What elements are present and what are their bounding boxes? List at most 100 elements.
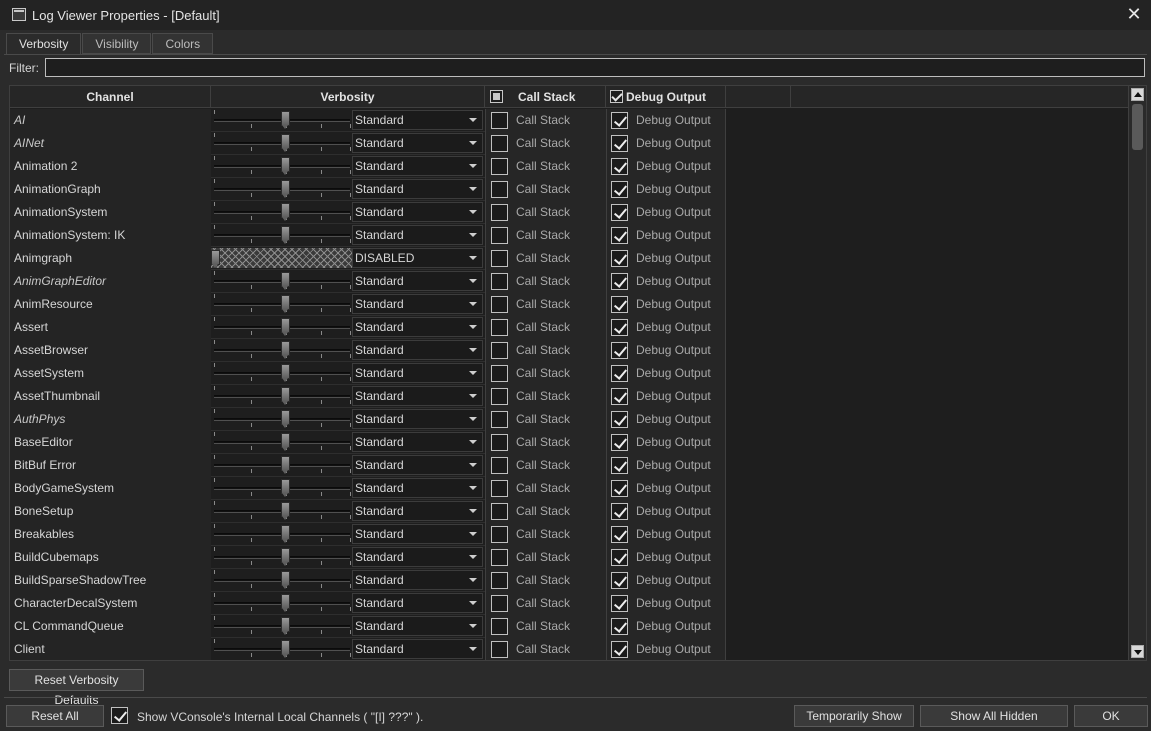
verbosity-slider[interactable] xyxy=(211,615,352,638)
call-stack-checkbox[interactable] xyxy=(491,549,508,566)
call-stack-checkbox[interactable] xyxy=(491,342,508,359)
verbosity-slider[interactable] xyxy=(211,293,352,316)
verbosity-dropdown[interactable]: Standard xyxy=(352,202,483,222)
table-row[interactable]: AssetBrowser Standard Call Stack Debug Outp… xyxy=(10,339,726,362)
verbosity-slider[interactable] xyxy=(211,592,352,615)
slider-thumb[interactable] xyxy=(281,410,290,428)
verbosity-slider[interactable] xyxy=(211,316,352,339)
table-row[interactable]: AnimGraphEditor Standard Call Stack Debug O… xyxy=(10,270,726,293)
verbosity-dropdown[interactable]: Standard xyxy=(352,524,483,544)
slider-thumb[interactable] xyxy=(281,640,290,658)
verbosity-slider[interactable] xyxy=(211,339,352,362)
slider-thumb[interactable] xyxy=(281,134,290,152)
call-stack-checkbox[interactable] xyxy=(491,135,508,152)
call-stack-checkbox[interactable] xyxy=(491,641,508,658)
column-header-debug-output[interactable]: Debug Output xyxy=(606,86,726,108)
call-stack-checkbox[interactable] xyxy=(491,457,508,474)
table-row[interactable]: CharacterDecalSystem Standard Call Stack De… xyxy=(10,592,726,615)
call-stack-checkbox[interactable] xyxy=(491,181,508,198)
slider-thumb[interactable] xyxy=(281,226,290,244)
verbosity-dropdown[interactable]: Standard xyxy=(352,478,483,498)
verbosity-dropdown[interactable]: Standard xyxy=(352,156,483,176)
table-row[interactable]: AnimResource Standard Call Stack Debug Outp… xyxy=(10,293,726,316)
verbosity-dropdown[interactable]: Standard xyxy=(352,639,483,659)
slider-thumb[interactable] xyxy=(281,617,290,635)
verbosity-dropdown[interactable]: Standard xyxy=(352,179,483,199)
verbosity-dropdown[interactable]: Standard xyxy=(352,317,483,337)
slider-thumb[interactable] xyxy=(281,111,290,129)
verbosity-dropdown[interactable]: Standard xyxy=(352,225,483,245)
slider-thumb[interactable] xyxy=(281,525,290,543)
debug-output-checkbox[interactable] xyxy=(611,112,628,129)
ok-button[interactable]: OK xyxy=(1074,705,1148,727)
verbosity-slider[interactable] xyxy=(211,546,352,569)
slider-thumb[interactable] xyxy=(281,341,290,359)
filter-input[interactable] xyxy=(45,58,1145,77)
verbosity-dropdown[interactable]: Standard xyxy=(352,271,483,291)
tab-colors[interactable]: Colors xyxy=(152,33,214,54)
reset-all-settings-button[interactable]: Reset All Settings xyxy=(6,705,104,731)
debug-output-checkbox[interactable] xyxy=(611,549,628,566)
slider-thumb[interactable] xyxy=(281,318,290,336)
slider-thumb[interactable] xyxy=(211,250,220,268)
table-row[interactable]: AuthPhys Standard Call Stack Debug Output xyxy=(10,408,726,431)
call-stack-checkbox[interactable] xyxy=(491,158,508,175)
reset-verbosity-defaults-button[interactable]: Reset Verbosity Defaults xyxy=(9,669,144,707)
slider-thumb[interactable] xyxy=(281,433,290,451)
debug-output-checkbox[interactable] xyxy=(611,342,628,359)
verbosity-slider[interactable] xyxy=(211,569,352,592)
debug-output-checkbox[interactable] xyxy=(611,181,628,198)
table-row[interactable]: AnimationSystem Standard Call Stack Debug O… xyxy=(10,201,726,224)
table-row[interactable]: BitBuf Error Standard Call Stack Debug Outp… xyxy=(10,454,726,477)
verbosity-slider[interactable] xyxy=(211,385,352,408)
column-header-channel[interactable]: Channel xyxy=(10,86,211,108)
verbosity-dropdown[interactable]: Standard xyxy=(352,340,483,360)
verbosity-dropdown[interactable]: Standard xyxy=(352,432,483,452)
call-stack-checkbox[interactable] xyxy=(491,526,508,543)
table-row[interactable]: Breakables Standard Call Stack Debug Output xyxy=(10,523,726,546)
verbosity-slider[interactable] xyxy=(211,155,352,178)
verbosity-slider[interactable] xyxy=(211,109,352,132)
call-stack-checkbox[interactable] xyxy=(491,227,508,244)
debug-output-checkbox[interactable] xyxy=(611,572,628,589)
slider-thumb[interactable] xyxy=(281,456,290,474)
slider-thumb[interactable] xyxy=(281,180,290,198)
debug-output-checkbox[interactable] xyxy=(611,595,628,612)
verbosity-slider[interactable] xyxy=(211,270,352,293)
verbosity-slider[interactable] xyxy=(211,408,352,431)
vertical-scrollbar[interactable] xyxy=(1128,86,1146,660)
call-stack-checkbox[interactable] xyxy=(491,319,508,336)
verbosity-slider[interactable] xyxy=(211,454,352,477)
verbosity-slider[interactable] xyxy=(211,477,352,500)
verbosity-dropdown[interactable]: Standard xyxy=(352,386,483,406)
verbosity-slider[interactable] xyxy=(211,523,352,546)
verbosity-dropdown[interactable]: Standard xyxy=(352,593,483,613)
column-header-verbosity[interactable]: Verbosity xyxy=(211,86,485,108)
debug-output-checkbox[interactable] xyxy=(611,365,628,382)
table-row[interactable]: BuildSparseShadowTree Standard Call Stack D… xyxy=(10,569,726,592)
call-stack-checkbox[interactable] xyxy=(491,480,508,497)
debug-output-checkbox[interactable] xyxy=(611,480,628,497)
slider-thumb[interactable] xyxy=(281,548,290,566)
call-stack-checkbox[interactable] xyxy=(491,434,508,451)
debug-output-checkbox[interactable] xyxy=(611,227,628,244)
verbosity-dropdown[interactable]: Standard xyxy=(352,363,483,383)
table-row[interactable]: CL CommandQueue Standard Call Stack Debug O… xyxy=(10,615,726,638)
table-row[interactable]: AssetThumbnail Standard Call Stack Debug Ou… xyxy=(10,385,726,408)
slider-thumb[interactable] xyxy=(281,594,290,612)
verbosity-dropdown[interactable]: Standard xyxy=(352,294,483,314)
table-row[interactable]: Animation 2 Standard Call Stack Debug Outpu… xyxy=(10,155,726,178)
call-stack-all-checkbox[interactable] xyxy=(490,90,503,103)
call-stack-checkbox[interactable] xyxy=(491,204,508,221)
verbosity-dropdown[interactable]: Standard xyxy=(352,409,483,429)
call-stack-checkbox[interactable] xyxy=(491,296,508,313)
slider-thumb[interactable] xyxy=(281,203,290,221)
tab-visibility[interactable]: Visibility xyxy=(82,33,152,54)
debug-output-checkbox[interactable] xyxy=(611,135,628,152)
debug-output-checkbox[interactable] xyxy=(611,411,628,428)
verbosity-dropdown[interactable]: Standard xyxy=(352,547,483,567)
verbosity-slider[interactable] xyxy=(211,201,352,224)
call-stack-checkbox[interactable] xyxy=(491,365,508,382)
call-stack-checkbox[interactable] xyxy=(491,572,508,589)
verbosity-slider[interactable] xyxy=(211,500,352,523)
